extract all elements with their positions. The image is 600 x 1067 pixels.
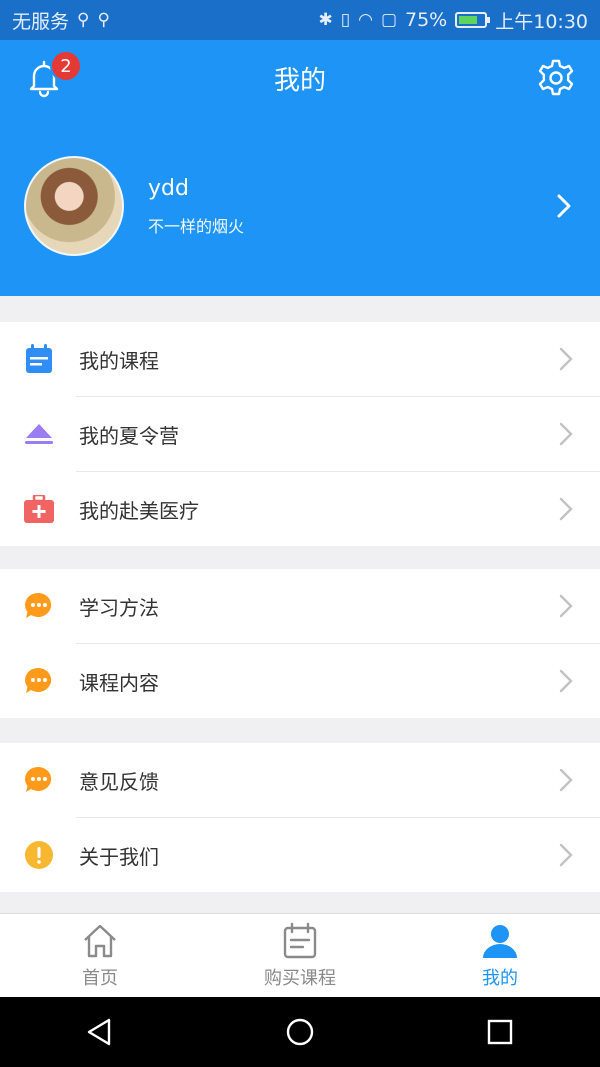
chevron-right-icon [559,347,573,371]
menu-item-label: 课程内容 [79,670,159,695]
chevron-right-icon [559,422,573,446]
back-icon[interactable] [85,1017,115,1047]
recents-icon[interactable] [485,1017,515,1047]
chevron-right-icon [559,669,573,693]
chevron-right-icon [557,194,571,218]
chat-bubble-icon [24,765,54,795]
status-bar: 无服务 ⚲ ⚲ ✱ ▯ ◠ ▢ 75% 上午10:30 [0,0,600,40]
menu-item-course-content[interactable]: 课程内容 [0,644,600,718]
info-icon [24,840,54,870]
profile-header: 2 我的 ydd 不一样的烟火 [0,40,600,296]
chat-bubble-icon [24,666,54,696]
menu-item-label: 我的赴美医疗 [79,498,199,523]
bottom-tab-bar: 首页 购买课程 我的 [0,913,600,997]
chevron-right-icon [559,843,573,867]
vibrate-icon: ▯ [340,10,351,30]
home-circle-icon[interactable] [285,1017,315,1047]
avatar[interactable] [24,156,124,256]
menu-group-2: 学习方法 课程内容 [0,569,600,718]
battery-alert-icon: ▢ [380,10,397,30]
profile-card[interactable]: ydd 不一样的烟火 [24,155,576,257]
system-nav-bar [0,997,600,1067]
tab-mine[interactable]: 我的 [400,914,600,997]
user-icon [483,925,517,958]
tent-icon [24,419,54,449]
clock: 上午10:30 [495,10,588,33]
chevron-right-icon [559,768,573,792]
profile-name: ydd [148,175,189,201]
chevron-right-icon [559,594,573,618]
carrier-text: 无服务 [12,10,70,33]
calendar-icon [24,344,54,374]
menu-item-learning-methods[interactable]: 学习方法 [0,569,600,643]
battery-percent: 75% [405,9,448,31]
menu-item-label: 学习方法 [79,595,159,620]
bluetooth-icon: ✱ [318,10,333,30]
menu-item-label: 我的课程 [79,348,159,373]
chat-bubble-icon [24,591,54,621]
calendar-icon [283,922,317,959]
tab-buy-courses[interactable]: 购买课程 [200,914,400,997]
menu-group-1: 我的课程 我的夏令营 我的赴美医疗 [0,322,600,546]
tab-label: 首页 [82,968,118,989]
menu-item-label: 意见反馈 [79,769,159,794]
menu-item-about-us[interactable]: 关于我们 [0,818,600,892]
gear-icon[interactable] [536,58,576,98]
menu-item-feedback[interactable]: 意见反馈 [0,743,600,817]
usb-icon: ⚲ [77,10,90,30]
menu-item-us-medical[interactable]: 我的赴美医疗 [0,472,600,546]
profile-signature: 不一样的烟火 [148,216,245,236]
chevron-right-icon [559,497,573,521]
menu-item-summer-camp[interactable]: 我的夏令营 [0,397,600,471]
usb-icon-2: ⚲ [97,10,110,30]
tab-label: 购买课程 [264,968,336,989]
medical-kit-icon [24,494,54,524]
menu-item-label: 关于我们 [79,844,159,869]
tab-label: 我的 [482,968,518,989]
home-icon [84,924,116,958]
menu-item-label: 我的夏令营 [79,423,179,448]
menu-item-my-courses[interactable]: 我的课程 [0,322,600,396]
wifi-icon: ◠ [358,10,373,30]
tab-home[interactable]: 首页 [0,914,200,997]
page-title: 我的 [273,66,326,96]
menu-group-3: 意见反馈 关于我们 [0,743,600,892]
battery-icon [455,12,491,28]
